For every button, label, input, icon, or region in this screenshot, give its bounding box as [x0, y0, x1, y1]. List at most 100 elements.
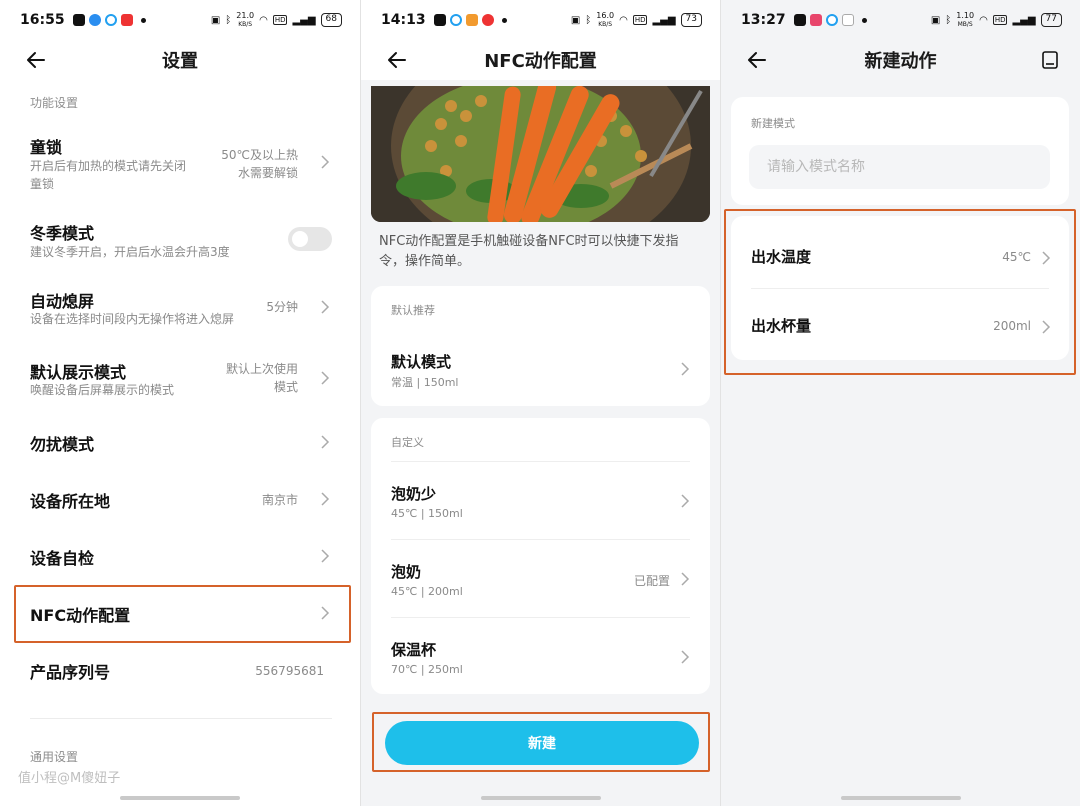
device-self-check-row[interactable]: 设备自检 [0, 544, 360, 570]
default-display-mode-row[interactable]: 默认展示模式 唤醒设备后屏幕展示的模式 默认上次使用 模式 [0, 359, 360, 405]
app-icon [841, 14, 854, 26]
nfc-icon: ▣ [210, 14, 221, 26]
hd-icon: HD [992, 15, 1008, 25]
custom-item-thermos[interactable]: 保温杯 70℃ | 250ml [371, 618, 710, 694]
tiktok-icon [793, 14, 806, 26]
status-right: ▣ ᛒ 21.0 KB/S ◠ HD ▂▄▆ 68 [210, 10, 342, 29]
default-label: 默认推荐 [391, 304, 435, 317]
signal-icon: ▂▄▆ [652, 14, 676, 26]
winter-mode-row: 冬季模式 建议冬季开启，开启后水温会升高3度 [0, 220, 360, 266]
section-general-label: 通用设置 [30, 750, 79, 764]
row-title: 产品序列号 [30, 663, 111, 682]
hd-icon: HD [632, 15, 648, 25]
battery-indicator: 73 [680, 13, 702, 27]
status-bar: 13:27 ▣ ᛒ 1.10 MB/S ◠ HD ▂▄▆ 77 [721, 0, 1080, 40]
custom-card: 自定义 泡奶少 45℃ | 150ml 泡奶 45℃ | 200ml 已配置 保… [371, 418, 710, 694]
item-title: 默认模式 [391, 353, 452, 371]
default-mode-item[interactable]: 默认模式 常温 | 150ml [371, 336, 710, 396]
item-title: 泡奶 [391, 563, 422, 581]
item-subtitle: 常温 | 150ml [391, 376, 459, 389]
device-location-row[interactable]: 设备所在地 南京市 [0, 487, 360, 513]
configured-status: 已配置 [633, 574, 670, 588]
item-subtitle: 45℃ | 150ml [391, 507, 463, 520]
app-icon [465, 14, 478, 26]
page-title: 设置 [162, 51, 198, 72]
app-icon [809, 14, 822, 26]
home-indicator[interactable] [481, 796, 601, 800]
chevron-right-icon [321, 492, 330, 506]
tiktok-icon [72, 14, 85, 26]
row-value: 南京市 [261, 493, 298, 507]
tiktok-icon [433, 14, 446, 26]
more-dot-icon [861, 17, 867, 23]
chevron-right-icon [321, 155, 330, 169]
child-lock-row[interactable]: 童锁 开启后有加热的模式请先关闭 童锁 50℃及以上热 水需要解锁 [0, 128, 360, 198]
network-speed: 21.0 KB/S [236, 10, 255, 28]
battery-indicator: 77 [1040, 13, 1062, 27]
custom-label: 自定义 [391, 436, 424, 449]
row-title: 设备所在地 [30, 492, 111, 511]
network-speed: 16.0 KB/S [596, 10, 615, 28]
signal-icon: ▂▄▆ [1012, 14, 1036, 26]
nfc-icon: ▣ [570, 14, 581, 26]
status-bar: 14:13 ▣ ᛒ 16.0 KB/S ◠ HD ▂▄▆ 73 [361, 0, 720, 40]
row-title: 设备自检 [30, 549, 95, 568]
back-arrow-icon[interactable] [745, 48, 769, 72]
item-subtitle: 70℃ | 250ml [391, 663, 463, 676]
winter-mode-toggle[interactable] [288, 227, 332, 251]
section-function-label: 功能设置 [30, 96, 79, 110]
bluetooth-icon: ᛒ [225, 14, 232, 26]
row-value: 50℃及以上热 水需要解锁 [221, 148, 298, 180]
watermark: 值小程@M傻妞子 [18, 771, 121, 786]
do-not-disturb-row[interactable]: 勿扰模式 [0, 430, 360, 456]
settings-header: 设置 [0, 40, 360, 80]
item-subtitle: 45℃ | 200ml [391, 585, 463, 598]
back-arrow-icon[interactable] [385, 48, 409, 72]
browser-icon [825, 14, 838, 26]
status-right: ▣ ᛒ 16.0 KB/S ◠ HD ▂▄▆ 73 [570, 10, 702, 29]
chevron-right-icon [321, 435, 330, 449]
item-title: 保温杯 [391, 641, 437, 659]
signal-icon: ▂▄▆ [292, 14, 316, 26]
hero-food-image [371, 86, 710, 222]
wifi-icon: ◠ [979, 14, 988, 26]
mode-name-input[interactable] [749, 145, 1050, 189]
custom-item-milk-less[interactable]: 泡奶少 45℃ | 150ml [371, 462, 710, 540]
news-icon [120, 14, 133, 26]
bluetooth-icon: ᛒ [945, 14, 952, 26]
app-icon [88, 14, 101, 26]
more-dot-icon [501, 17, 507, 23]
row-title: 童锁 [30, 138, 63, 157]
section-divider [30, 718, 332, 719]
custom-item-milk[interactable]: 泡奶 45℃ | 200ml 已配置 [371, 540, 710, 618]
save-icon[interactable] [1040, 50, 1060, 70]
row-value: 默认上次使用 模式 [225, 362, 298, 394]
row-title: 勿扰模式 [30, 435, 95, 454]
toggle-knob [292, 231, 308, 247]
status-right: ▣ ᛒ 1.10 MB/S ◠ HD ▂▄▆ 77 [930, 11, 1062, 29]
home-indicator[interactable] [841, 796, 961, 800]
page-title: 新建动作 [864, 51, 937, 72]
row-title: 默认展示模式 [30, 363, 127, 382]
notification-icons [433, 14, 507, 26]
home-indicator[interactable] [120, 796, 240, 800]
row-subtitle: 建议冬季开启，开启后水温会升高3度 [30, 245, 230, 259]
notification-icons [72, 14, 146, 26]
wifi-icon: ◠ [619, 14, 628, 26]
status-time: 13:27 [741, 12, 786, 28]
row-title: 自动熄屏 [30, 292, 95, 311]
auto-screen-off-row[interactable]: 自动熄屏 设备在选择时间段内无操作将进入熄屏 5分钟 [0, 288, 360, 334]
battery-indicator: 68 [320, 13, 342, 27]
row-subtitle: 开启后有加热的模式请先关闭 童锁 [30, 159, 187, 191]
bluetooth-icon: ᛒ [585, 14, 592, 26]
row-value: 556795681 [255, 664, 324, 678]
browser-icon [104, 14, 117, 26]
chevron-right-icon [321, 549, 330, 563]
nfc-description: NFC动作配置是手机触碰设备NFC时可以快捷下发指令，操作简单。 [379, 234, 679, 269]
item-title: 泡奶少 [391, 485, 437, 503]
back-arrow-icon[interactable] [24, 48, 48, 72]
more-dot-icon [140, 17, 146, 23]
nfc-icon: ▣ [930, 14, 941, 26]
highlight-box [724, 209, 1076, 375]
hd-icon: HD [272, 15, 288, 25]
